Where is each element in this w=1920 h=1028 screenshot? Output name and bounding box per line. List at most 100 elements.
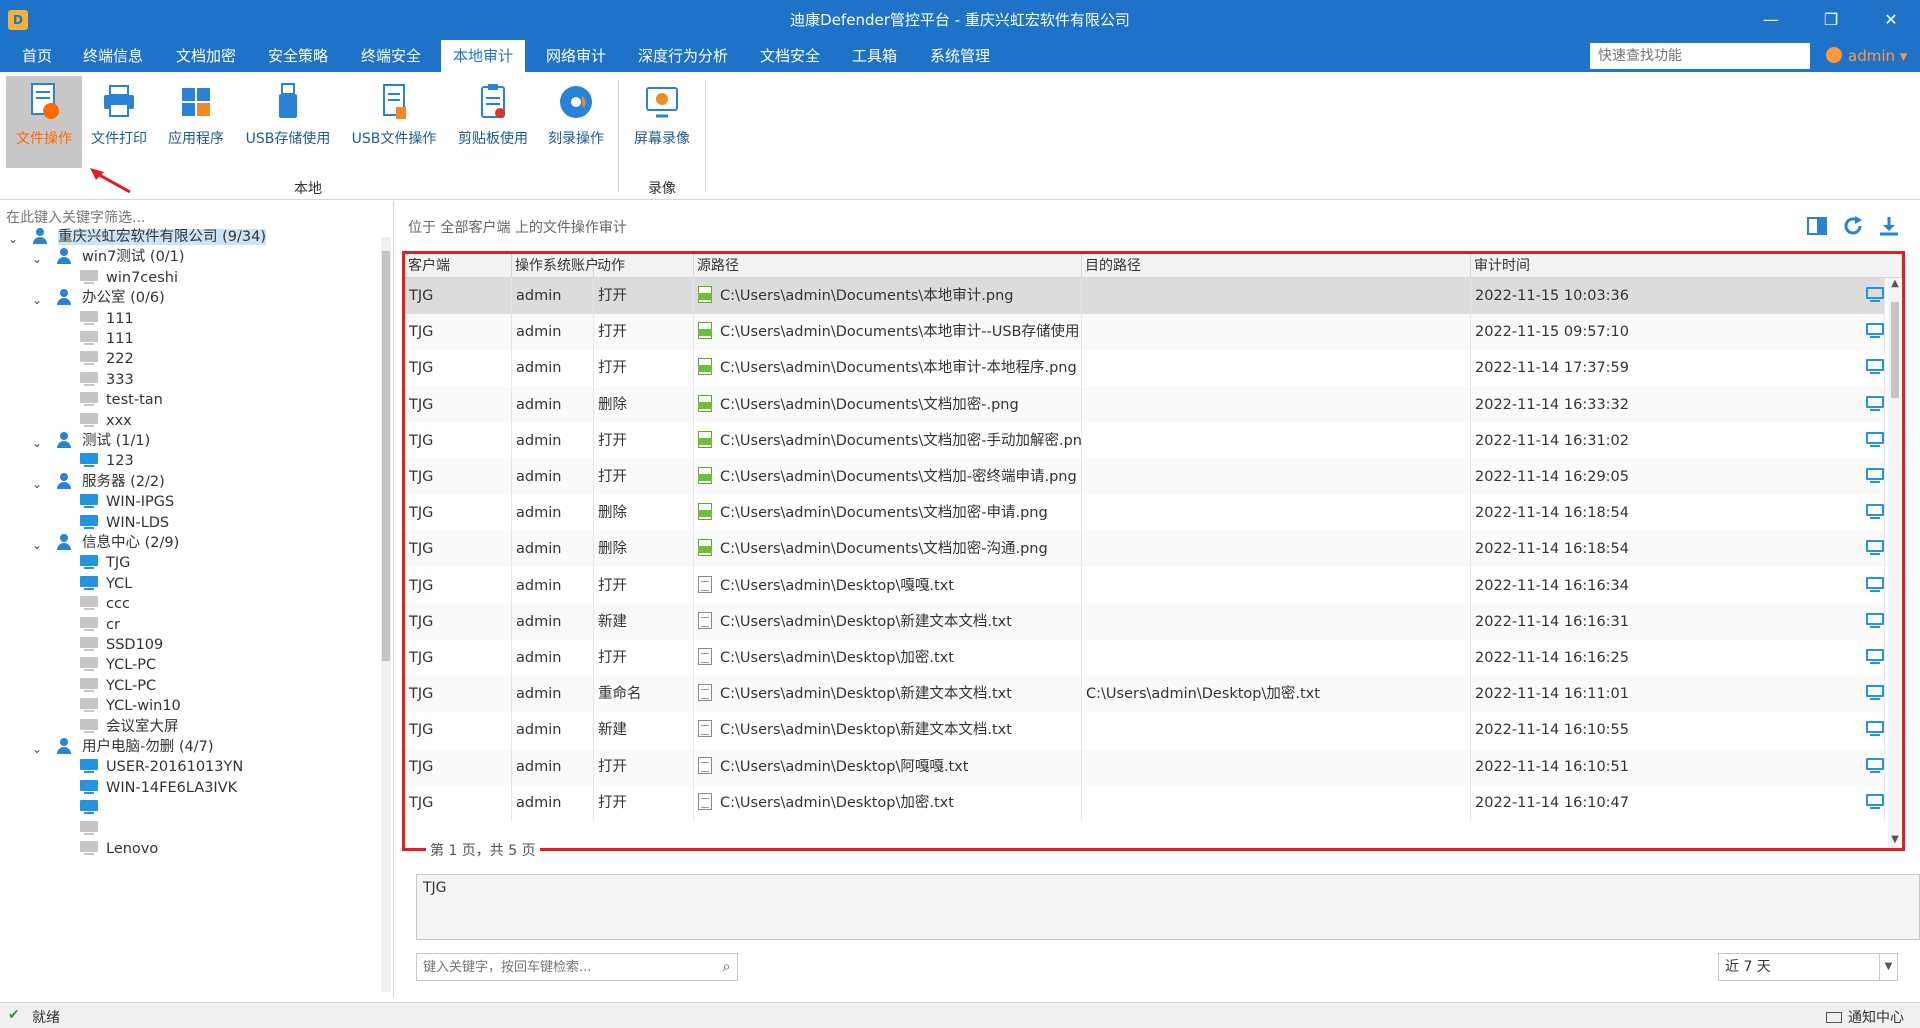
chevron-down-icon[interactable]: ⌄ bbox=[32, 431, 44, 450]
table-row[interactable]: TJG admin 打开 C:\Users\admin\Documents\文档加-密… bbox=[405, 459, 1885, 495]
close-button[interactable]: ✕ bbox=[1876, 8, 1906, 32]
monitor-icon[interactable] bbox=[1866, 323, 1884, 339]
text-file-icon bbox=[698, 720, 712, 738]
notification-center[interactable]: 通知中心 bbox=[1826, 1007, 1904, 1027]
monitor-icon[interactable] bbox=[1866, 431, 1884, 448]
cell-audit-time: 2022-11-15 09:57:10 bbox=[1471, 314, 1885, 351]
ribbon-file-operation-button[interactable]: 文件操作 bbox=[6, 76, 82, 168]
table-row[interactable]: TJG admin 删除 C:\Users\admin\Documents\文档加密-… bbox=[405, 531, 1885, 568]
ribbon-file-print-button[interactable]: 文件打印 bbox=[86, 76, 152, 168]
refresh-icon[interactable] bbox=[1842, 215, 1864, 237]
chevron-down-icon[interactable]: ⌄ bbox=[32, 247, 44, 266]
table-row[interactable]: TJG admin 打开 C:\Users\admin\Desktop\嘎嘎.txt 2… bbox=[405, 567, 1885, 604]
cell-dest-path bbox=[1082, 495, 1471, 532]
menu-terminal-info[interactable]: 终端信息 bbox=[71, 40, 155, 72]
menu-toolbox[interactable]: 工具箱 bbox=[840, 40, 909, 72]
menu-behavior-analysis[interactable]: 深度行为分析 bbox=[626, 40, 740, 72]
ribbon-button-label: USB文件操作 bbox=[351, 131, 437, 147]
cell-audit-time: 2022-11-14 16:31:02 bbox=[1471, 422, 1885, 459]
menu-home[interactable]: 首页 bbox=[10, 40, 64, 72]
table-row[interactable]: TJG admin 新建 C:\Users\admin\Desktop\新建文本文档.… bbox=[405, 603, 1885, 640]
cell-dest-path bbox=[1082, 459, 1471, 495]
scroll-down-icon[interactable]: ▼ bbox=[1888, 834, 1902, 848]
time-range-select[interactable]: 近 7 天 ▼ bbox=[1718, 953, 1898, 981]
quick-search-input[interactable] bbox=[1590, 43, 1810, 69]
monitor-icon[interactable] bbox=[1866, 685, 1884, 701]
table-row[interactable]: TJG admin 打开 C:\Users\admin\Documents\本地审计-… bbox=[405, 350, 1885, 387]
table-row[interactable]: TJG admin 打开 C:\Users\admin\Documents\本地审计-… bbox=[405, 314, 1885, 351]
user-menu[interactable]: admin ▾ bbox=[1826, 40, 1907, 72]
monitor-icon[interactable] bbox=[1866, 359, 1884, 375]
table-row[interactable]: TJG admin 新建 C:\Users\admin\Desktop\新建文本文档.… bbox=[405, 712, 1885, 749]
monitor-icon[interactable] bbox=[1866, 649, 1884, 665]
column-header-audit-time[interactable]: 审计时间 bbox=[1471, 254, 1902, 278]
table-row[interactable]: TJG admin 删除 C:\Users\admin\Documents\文档加密-… bbox=[405, 495, 1885, 532]
monitor-icon[interactable] bbox=[1866, 468, 1884, 484]
ribbon-disc-burn-button[interactable]: 刻录操作 bbox=[542, 76, 610, 168]
menu-security-policy[interactable]: 安全策略 bbox=[256, 40, 340, 72]
column-header-dest-path[interactable]: 目的路径 bbox=[1082, 254, 1471, 278]
table-row[interactable]: TJG admin 打开 C:\Users\admin\Desktop\阿嘎嘎.txt… bbox=[405, 748, 1885, 785]
ribbon-usb-file-button[interactable]: USB文件操作 bbox=[346, 76, 442, 168]
column-header-client[interactable]: 客户端 bbox=[405, 254, 512, 278]
table-row[interactable]: TJG admin 打开 C:\Users\admin\Documents\本地审计.… bbox=[405, 278, 1885, 314]
menu-doc-security[interactable]: 文档安全 bbox=[748, 40, 832, 72]
table-row[interactable]: TJG admin 打开 C:\Users\admin\Documents\文档加密-… bbox=[405, 422, 1885, 459]
monitor-icon[interactable] bbox=[1866, 504, 1884, 520]
audit-time-text: 2022-11-14 16:18:54 bbox=[1475, 541, 1629, 558]
table-row[interactable]: TJG admin 打开 C:\Users\admin\Desktop\加密.txt 2… bbox=[405, 640, 1885, 676]
tree-item-label: 会议室大屏 bbox=[106, 718, 179, 735]
table-row[interactable]: TJG admin 打开 C:\Users\admin\Desktop\加密.txt 2… bbox=[405, 784, 1885, 821]
audit-time-text: 2022-11-14 16:16:34 bbox=[1475, 577, 1629, 594]
menu-terminal-security[interactable]: 终端安全 bbox=[349, 40, 433, 72]
minimize-button[interactable]: — bbox=[1756, 8, 1786, 32]
menu-system-management[interactable]: 系统管理 bbox=[918, 40, 1002, 72]
source-path-text: C:\Users\admin\Desktop\新建文本文档.txt bbox=[720, 686, 1012, 703]
column-header-account[interactable]: 操作系统账户 bbox=[512, 254, 599, 278]
monitor-icon[interactable] bbox=[1866, 287, 1884, 303]
ribbon-screen-record-button[interactable]: 屏幕录像 bbox=[626, 76, 698, 168]
tree-device[interactable]: Lenovo bbox=[80, 837, 158, 862]
chevron-down-icon[interactable]: ⌄ bbox=[8, 227, 20, 246]
monitor-icon[interactable] bbox=[1866, 793, 1884, 810]
keyword-search-input[interactable] bbox=[416, 953, 736, 981]
menu-network-audit[interactable]: 网络审计 bbox=[534, 40, 618, 72]
restore-button[interactable]: ❐ bbox=[1816, 8, 1846, 32]
monitor-icon[interactable] bbox=[1866, 757, 1884, 774]
monitor-icon[interactable] bbox=[1866, 576, 1884, 593]
column-header-source-path[interactable]: 源路径 bbox=[694, 254, 1082, 278]
download-icon[interactable] bbox=[1878, 215, 1900, 237]
ribbon-usb-storage-button[interactable]: USB存储使用 bbox=[240, 76, 336, 168]
table-row[interactable]: TJG admin 重命名 C:\Users\admin\Desktop\新建文本文档… bbox=[405, 676, 1885, 713]
table-row[interactable]: TJG admin 删除 C:\Users\admin\Documents\文档加密-… bbox=[405, 386, 1885, 423]
menu-doc-encrypt[interactable]: 文档加密 bbox=[164, 40, 248, 72]
cell-source-path: C:\Users\admin\Documents\本地审计.png bbox=[694, 278, 1082, 314]
tree-scrollbar-thumb[interactable] bbox=[382, 251, 390, 661]
cell-account: admin bbox=[512, 603, 594, 640]
monitor-icon[interactable] bbox=[1866, 612, 1884, 629]
search-icon[interactable]: ⌕ bbox=[716, 953, 738, 981]
tree-scrollbar[interactable] bbox=[381, 237, 391, 992]
chevron-down-icon[interactable]: ▼ bbox=[1879, 954, 1897, 980]
monitor-icon[interactable] bbox=[1866, 721, 1884, 737]
ribbon-clipboard-button[interactable]: 剪贴板使用 bbox=[452, 76, 534, 168]
monitor-icon[interactable] bbox=[1866, 395, 1884, 412]
png-file-icon bbox=[698, 394, 712, 412]
tree-item-label: 用户电脑-勿删 (4/7) bbox=[82, 739, 214, 755]
chevron-down-icon[interactable]: ⌄ bbox=[32, 533, 44, 552]
columns-icon[interactable] bbox=[1806, 215, 1828, 237]
audit-time-text: 2022-11-15 10:03:36 bbox=[1475, 288, 1629, 304]
cell-client: TJG bbox=[405, 531, 512, 568]
table-scrollbar-thumb[interactable] bbox=[1891, 302, 1899, 398]
chevron-down-icon[interactable]: ⌄ bbox=[32, 472, 44, 491]
chevron-down-icon[interactable]: ⌄ bbox=[32, 737, 44, 756]
cell-client: TJG bbox=[405, 386, 512, 423]
ribbon-application-button[interactable]: 应用程序 bbox=[162, 76, 230, 168]
scroll-up-icon[interactable]: ▲ bbox=[1888, 278, 1902, 292]
column-header-action[interactable]: 动作 bbox=[594, 254, 694, 278]
cell-audit-time: 2022-11-14 16:33:32 bbox=[1471, 386, 1885, 423]
menu-local-audit[interactable]: 本地审计 bbox=[441, 40, 526, 72]
chevron-down-icon[interactable]: ⌄ bbox=[32, 288, 44, 307]
monitor-icon[interactable] bbox=[1866, 540, 1884, 556]
table-scrollbar[interactable]: ▲ ▼ bbox=[1888, 278, 1902, 848]
